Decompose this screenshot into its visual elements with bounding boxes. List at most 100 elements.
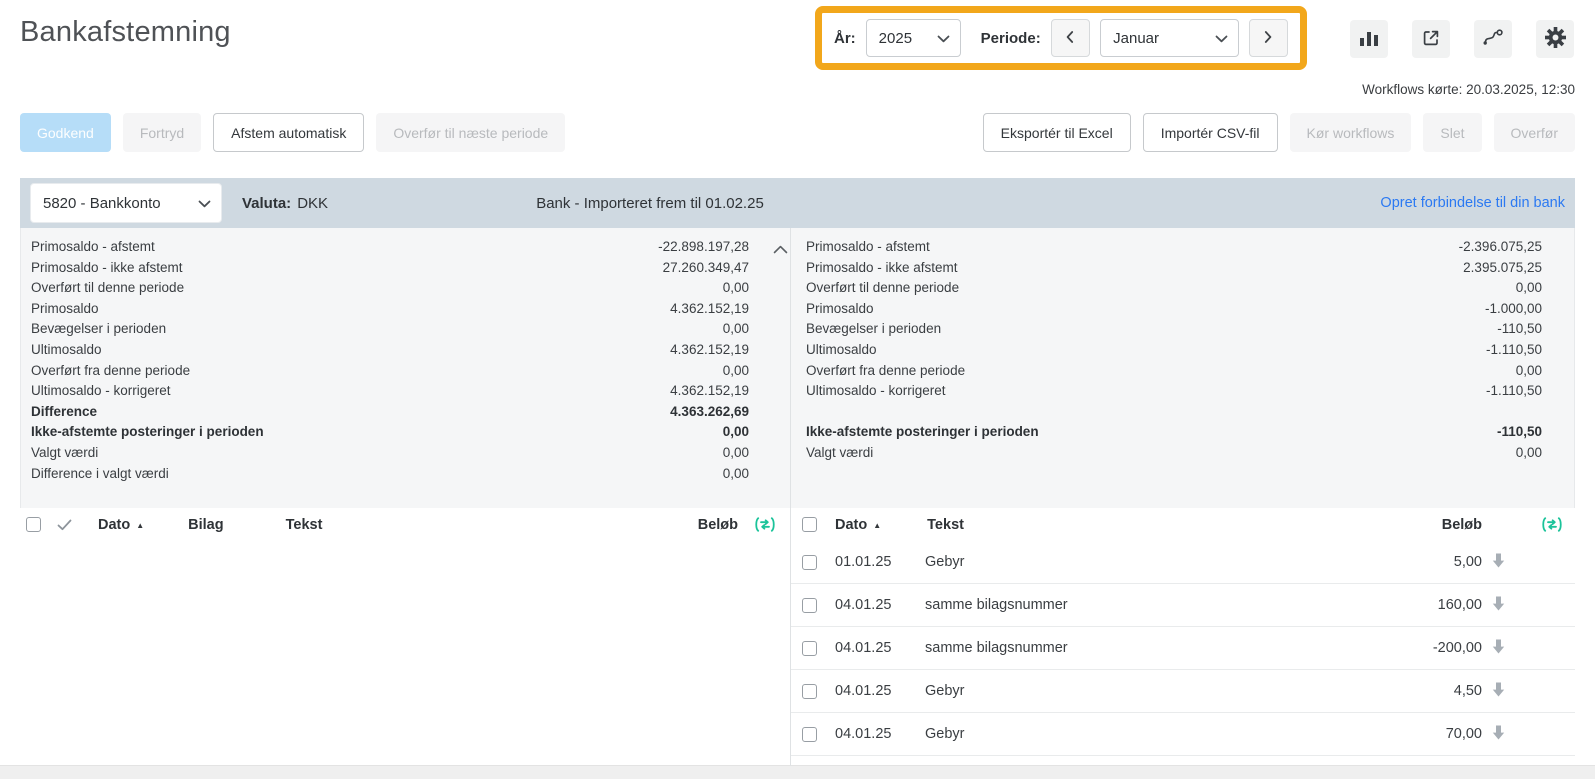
panel-divider — [790, 228, 791, 766]
summary-row: Overført fra denne periode0,00 — [806, 361, 1542, 382]
row-checkbox[interactable] — [802, 555, 817, 570]
open-in-new-window-button[interactable] — [1412, 20, 1450, 58]
external-link-icon — [1422, 29, 1440, 50]
column-header-tekst[interactable]: Tekst — [927, 517, 964, 533]
next-period-button[interactable] — [1249, 19, 1288, 57]
summary-row: Primosaldo - ikke afstemt2.395.075,25 — [806, 258, 1542, 279]
collapse-summary-button[interactable] — [771, 240, 790, 259]
arrow-down-icon — [1492, 596, 1505, 615]
auto-reconcile-button[interactable]: Afstem automatisk — [213, 113, 364, 152]
sort-asc-icon: ▲ — [136, 521, 144, 530]
chevron-down-icon — [937, 30, 950, 47]
move-entry-button[interactable] — [1492, 725, 1505, 744]
summary-row: Overført til denne periode0,00 — [806, 278, 1542, 299]
chevron-left-icon — [1064, 30, 1076, 47]
summary-value: -1.110,50 — [1486, 381, 1542, 402]
summary-row: Overført fra denne periode 0,00 — [31, 361, 749, 382]
statistics-button[interactable] — [1350, 20, 1388, 58]
summary-label: Bevægelser i perioden — [31, 319, 166, 340]
undo-button[interactable]: Fortryd — [123, 113, 201, 152]
year-select[interactable]: 2025 — [866, 19, 961, 57]
summary-row: Bevægelser i perioden-110,50 — [806, 319, 1542, 340]
workflow-route-icon — [1482, 29, 1504, 49]
column-header-dato[interactable]: Dato▲ — [98, 517, 144, 533]
toolbar-right-group: Eksportér til Excel Importér CSV-fil Kør… — [983, 113, 1575, 152]
arrow-down-icon — [1492, 553, 1505, 572]
summary-row: Primosaldo - afstemt-2.396.075,25 — [806, 237, 1542, 258]
row-checkbox[interactable] — [802, 684, 817, 699]
approve-button[interactable]: Godkend — [20, 113, 111, 152]
move-entry-button[interactable] — [1492, 639, 1505, 658]
summary-row: Valgt værdi0,00 — [31, 443, 749, 464]
summary-value: -1.110,50 — [1486, 340, 1542, 361]
delete-button[interactable]: Slet — [1423, 113, 1481, 152]
entry-date: 01.01.25 — [835, 554, 907, 570]
summary-label: Ikke-afstemte posteringer i perioden — [806, 422, 1039, 443]
connect-bank-link[interactable]: Opret forbindelse til din bank — [1380, 195, 1565, 211]
bank-import-status: Bank - Importeret frem til 01.02.25 — [490, 195, 810, 212]
settings-button[interactable] — [1536, 20, 1574, 58]
summary-label: Primosaldo — [806, 299, 874, 320]
toolbar-left-group: Godkend Fortryd Afstem automatisk Overfø… — [20, 113, 565, 152]
column-header-belob[interactable]: Beløb — [698, 517, 738, 533]
summary-row: Overført til denne periode0,00 — [31, 278, 749, 299]
row-checkbox[interactable] — [802, 641, 817, 656]
account-select-value: 5820 - Bankkonto — [43, 195, 161, 212]
row-checkbox[interactable] — [802, 727, 817, 742]
summary-label: Ultimosaldo - korrigeret — [31, 381, 171, 402]
transfer-next-period-button[interactable]: Overfør til næste periode — [376, 113, 565, 152]
entry-date: 04.01.25 — [835, 726, 907, 742]
page-title: Bankafstemning — [20, 16, 231, 49]
move-entry-button[interactable] — [1492, 682, 1505, 701]
workflows-button[interactable] — [1474, 20, 1512, 58]
export-excel-button[interactable]: Eksportér til Excel — [983, 113, 1131, 152]
currency-value: DKK — [297, 195, 328, 212]
column-header-tekst[interactable]: Tekst — [286, 517, 323, 533]
period-select[interactable]: Januar — [1100, 19, 1238, 57]
column-header-dato[interactable]: Dato▲ — [835, 517, 881, 533]
reconciled-check-icon — [57, 519, 72, 531]
summary-value: 0,00 — [723, 361, 749, 382]
summary-label: Ultimosaldo — [806, 340, 877, 361]
account-select[interactable]: 5820 - Bankkonto — [30, 183, 222, 223]
chevron-down-icon — [1215, 30, 1228, 47]
previous-period-button[interactable] — [1051, 19, 1090, 57]
summary-value: 27.260.349,47 — [663, 258, 749, 279]
select-all-checkbox[interactable] — [26, 517, 41, 532]
move-entry-button[interactable] — [1492, 596, 1505, 615]
bank-entry-row: 04.01.25samme bilagsnummer160,00 — [790, 584, 1575, 627]
row-checkbox[interactable] — [802, 598, 817, 613]
run-workflows-button[interactable]: Kør workflows — [1290, 113, 1412, 152]
summary-label: Difference — [31, 402, 97, 423]
select-all-checkbox[interactable] — [802, 517, 817, 532]
summary-value: -2.396.075,25 — [1459, 237, 1542, 258]
year-label: År: — [834, 30, 856, 47]
arrow-down-icon — [1492, 639, 1505, 658]
period-label: Periode: — [981, 30, 1041, 47]
import-csv-button[interactable]: Importér CSV-fil — [1143, 113, 1278, 152]
move-entry-button[interactable] — [1492, 553, 1505, 572]
summary-right-panel: Primosaldo - afstemt-2.396.075,25Primosa… — [806, 237, 1542, 464]
chevron-right-icon — [1262, 30, 1274, 47]
summary-row: Ikke-afstemte posteringer i perioden0,00 — [31, 422, 749, 443]
column-header-belob[interactable]: Beløb — [1442, 517, 1482, 533]
chevron-up-icon — [773, 242, 788, 257]
summary-row: Primosaldo - ikke afstemt 27.260.349,47 — [31, 258, 749, 279]
column-header-bilag[interactable]: Bilag — [188, 517, 223, 533]
workflows-status: Workflows kørte: 20.03.2025, 12:30 — [1362, 82, 1575, 97]
entry-text: samme bilagsnummer — [925, 597, 1438, 613]
arrow-down-icon — [1492, 682, 1505, 701]
summary-value: 2.395.075,25 — [1463, 258, 1542, 279]
summary-value: 4.362.152,19 — [670, 381, 749, 402]
transfer-button[interactable]: Overfør — [1494, 113, 1575, 152]
summary-value: 0,00 — [723, 464, 749, 485]
summary-label: Difference i valgt værdi — [31, 464, 169, 485]
toolbar: Godkend Fortryd Afstem automatisk Overfø… — [20, 113, 1575, 152]
summary-value: 0,00 — [723, 319, 749, 340]
summary-label: Overført fra denne periode — [31, 361, 190, 382]
summary-value: 4.362.152,19 — [670, 299, 749, 320]
summary-label: Primosaldo - ikke afstemt — [31, 258, 183, 279]
ledger-table-header: Dato▲ Bilag Tekst Beløb — [20, 508, 790, 541]
summary-row: Ultimosaldo4.362.152,19 — [31, 340, 749, 361]
summary-label: Ultimosaldo - korrigeret — [806, 381, 946, 402]
